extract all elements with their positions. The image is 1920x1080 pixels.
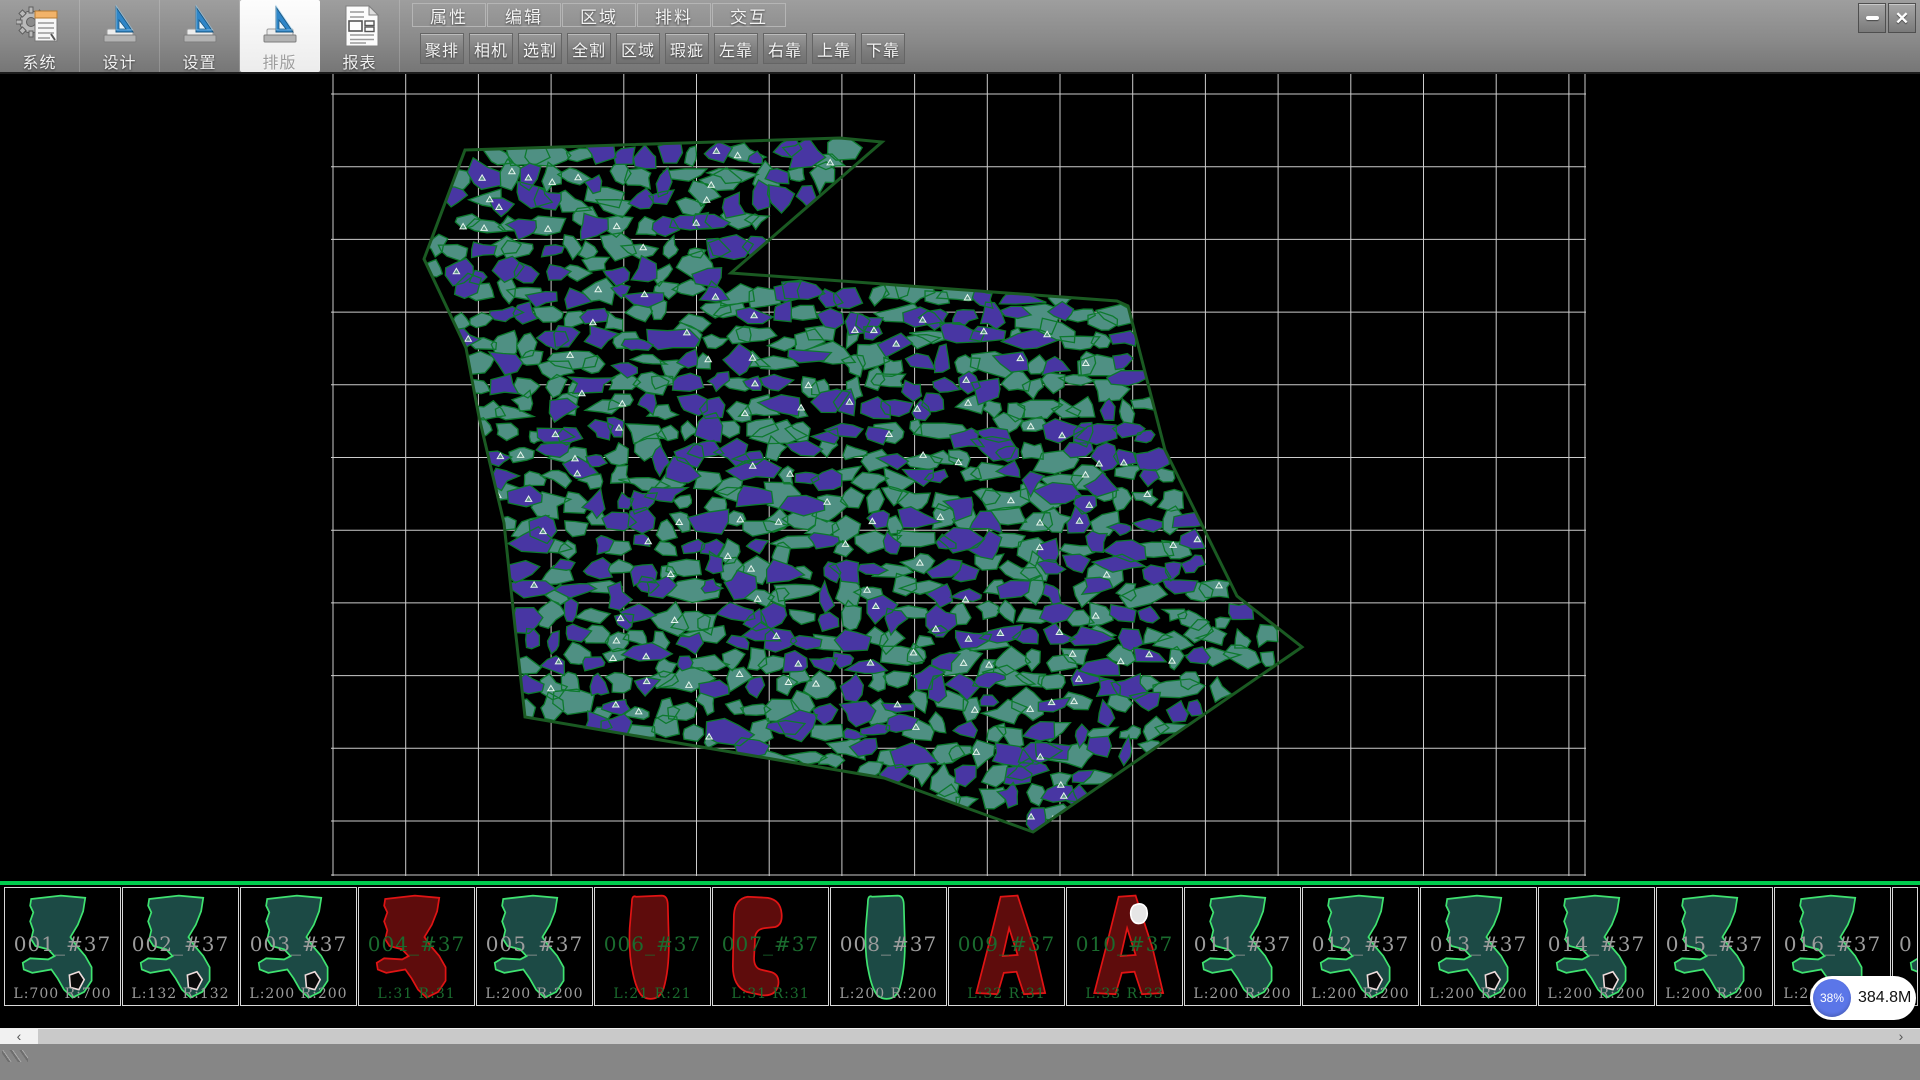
- piece-shape: [1544, 890, 1650, 1002]
- ruler-icon: [96, 4, 144, 48]
- thumbnail-piece-007_#37[interactable]: 007_#37 L:31 R:31: [712, 887, 829, 1006]
- close-button[interactable]: ✕: [1888, 3, 1916, 33]
- thumbnail-piece-002_#37[interactable]: 002_#37 L:132 R:132: [122, 887, 239, 1006]
- main-button-label: 排版: [262, 49, 296, 73]
- app-window: { "window": { "controls": { "minimize": …: [0, 0, 1920, 1080]
- main-button-label: 设置: [182, 49, 216, 73]
- menu-tab-bar: 属性编辑区域排料交互: [412, 3, 787, 29]
- ruler-icon: [176, 4, 224, 48]
- main-button-layout[interactable]: 排版: [240, 0, 320, 72]
- nesting-canvas[interactable]: [331, 74, 1586, 876]
- piece-shape: [836, 890, 942, 1002]
- thumbnail-piece-009_#37[interactable]: 009_#37 L:32 R:31: [948, 887, 1065, 1006]
- piece-shape: [954, 890, 1060, 1002]
- action-button-4[interactable]: 区域: [616, 33, 660, 64]
- action-button-3[interactable]: 全割: [567, 33, 611, 64]
- action-button-5[interactable]: 瑕疵: [665, 33, 709, 64]
- memory-size: 384.8M: [1858, 989, 1911, 1007]
- piece-shape: [246, 890, 352, 1002]
- thumbnail-piece-006_#37[interactable]: 006_#37 L:21 R:21: [594, 887, 711, 1006]
- resize-grip-icon: [2, 1050, 28, 1062]
- thumbnail-piece-010_#37[interactable]: 010_#37 L:33 R:33: [1066, 887, 1183, 1006]
- piece-shape: [482, 890, 588, 1002]
- thumbnail-piece-003_#37[interactable]: 003_#37 L:200 R:200: [240, 887, 357, 1006]
- horizontal-scrollbar[interactable]: ‹ ›: [0, 1028, 1920, 1044]
- thumbnail-piece-001_#37[interactable]: 001_#37 L:700 R:700: [4, 887, 121, 1006]
- minimize-button[interactable]: [1858, 3, 1886, 33]
- menu-tab-region[interactable]: 区域: [562, 3, 636, 27]
- main-button-design[interactable]: 设计: [80, 0, 160, 72]
- piece-thumbnail-strip: 001_#37 L:700 R:700 002_#37 L:132 R:132 …: [0, 887, 1920, 1008]
- action-button-6[interactable]: 左靠: [714, 33, 758, 64]
- action-button-8[interactable]: 上靠: [812, 33, 856, 64]
- action-button-1[interactable]: 相机: [469, 33, 513, 64]
- piece-shape: [128, 890, 234, 1002]
- menu-tab-nesting[interactable]: 排料: [637, 3, 711, 27]
- thumbnail-piece-004_#37[interactable]: 004_#37 L:31 R:31: [358, 887, 475, 1006]
- main-button-label: 设计: [102, 49, 136, 73]
- piece-shape: [600, 890, 706, 1002]
- thumbnail-piece-015_#37[interactable]: 015_#37 L:200 R:200: [1656, 887, 1773, 1006]
- nesting-layout-svg: [331, 74, 1586, 876]
- main-button-report[interactable]: 报表: [320, 0, 400, 72]
- piece-shape: [1308, 890, 1414, 1002]
- ruler-icon: [256, 4, 304, 48]
- action-button-0[interactable]: 聚排: [420, 33, 464, 64]
- piece-shape: [10, 890, 116, 1002]
- main-button-bar: 系统 设计 设置 排版: [0, 0, 400, 72]
- main-button-settings[interactable]: 设置: [160, 0, 240, 72]
- menu-tab-edit[interactable]: 编辑: [487, 3, 561, 27]
- thumbnail-piece-005_#37[interactable]: 005_#37 L:200 R:200: [476, 887, 593, 1006]
- progress-percent: 38%: [1820, 991, 1844, 1005]
- thumbnail-piece-012_#37[interactable]: 012_#37 L:200 R:200: [1302, 887, 1419, 1006]
- toolbar: 系统 设计 设置 排版: [0, 0, 1920, 74]
- status-bar: [0, 1044, 1920, 1080]
- progress-circle: 38%: [1813, 979, 1851, 1017]
- thumbnail-piece-013_#37[interactable]: 013_#37 L:200 R:200: [1420, 887, 1537, 1006]
- action-button-9[interactable]: 下靠: [861, 33, 905, 64]
- piece-shape: [1072, 890, 1178, 1002]
- minimize-icon: [1866, 16, 1879, 20]
- action-button-bar: 聚排相机选割全割区域瑕疵左靠右靠上靠下靠: [420, 33, 910, 64]
- action-button-2[interactable]: 选割: [518, 33, 562, 64]
- thumbnail-piece-014_#37[interactable]: 014_#37 L:200 R:200: [1538, 887, 1655, 1006]
- piece-shape: [364, 890, 470, 1002]
- main-button-label: 系统: [22, 49, 56, 73]
- menu-tab-interact[interactable]: 交互: [712, 3, 786, 27]
- scroll-right-button[interactable]: ›: [1882, 1029, 1920, 1045]
- action-button-7[interactable]: 右靠: [763, 33, 807, 64]
- report-icon: [336, 4, 384, 48]
- menu-tab-properties[interactable]: 属性: [412, 3, 486, 27]
- main-button-label: 报表: [342, 49, 376, 73]
- strip-divider: [0, 881, 1920, 885]
- piece-shape: [1426, 890, 1532, 1002]
- thumbnail-piece-008_#37[interactable]: 008_#37 L:200 R:200: [830, 887, 947, 1006]
- close-icon: ✕: [1895, 10, 1909, 27]
- piece-shape: [1662, 890, 1768, 1002]
- scroll-left-button[interactable]: ‹: [0, 1029, 38, 1045]
- nested-pieces: [425, 133, 1277, 837]
- gear-icon: [16, 4, 64, 48]
- main-button-system[interactable]: 系统: [0, 0, 80, 72]
- thumbnail-piece-011_#37[interactable]: 011_#37 L:200 R:200: [1184, 887, 1301, 1006]
- window-controls: ✕: [1858, 3, 1916, 33]
- memory-badge[interactable]: 38% 384.8M: [1810, 976, 1916, 1020]
- piece-shape: [1190, 890, 1296, 1002]
- piece-shape: [718, 890, 824, 1002]
